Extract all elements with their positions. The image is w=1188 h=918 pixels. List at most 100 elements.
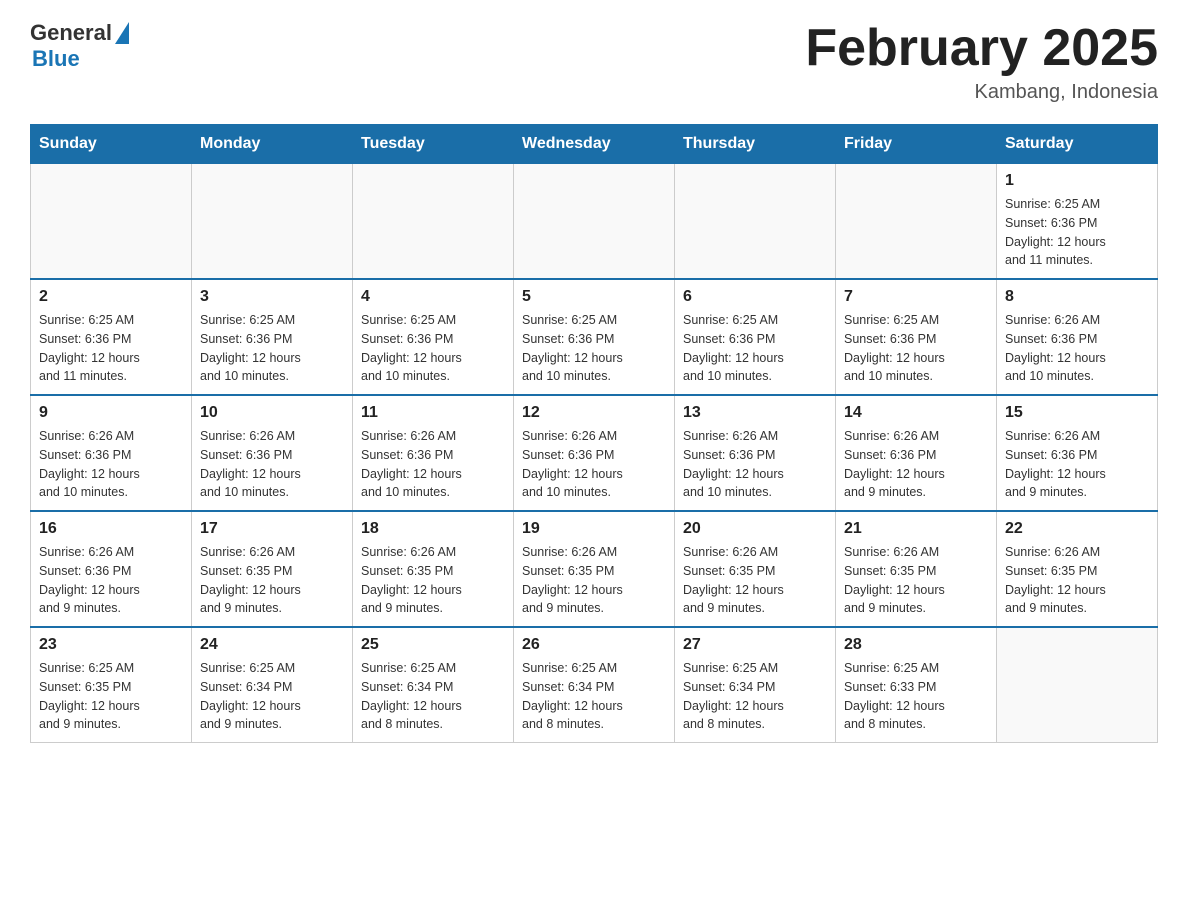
calendar-table: SundayMondayTuesdayWednesdayThursdayFrid… [30, 124, 1158, 743]
calendar-cell: 22 Sunrise: 6:26 AMSunset: 6:35 PMDayligh… [997, 511, 1158, 627]
calendar-cell: 6 Sunrise: 6:25 AMSunset: 6:36 PMDaylight… [675, 279, 836, 395]
calendar-cell: 26 Sunrise: 6:25 AMSunset: 6:34 PMDayligh… [514, 627, 675, 743]
day-number: 14 [844, 404, 988, 422]
logo-triangle-icon [115, 22, 129, 44]
day-number: 2 [39, 288, 183, 306]
day-of-week-header: Thursday [675, 125, 836, 164]
month-title: February 2025 [805, 20, 1158, 77]
calendar-cell: 4Sunrise: 6:25 AMSunset: 6:36 PMDaylight… [353, 279, 514, 395]
day-number: 5 [522, 288, 666, 306]
calendar-cell: 19 Sunrise: 6:26 AMSunset: 6:35 PMDayligh… [514, 511, 675, 627]
calendar-cell: 24 Sunrise: 6:25 AMSunset: 6:34 PMDayligh… [192, 627, 353, 743]
calendar-cell: 7Sunrise: 6:25 AMSunset: 6:36 PMDaylight… [836, 279, 997, 395]
day-info: Sunrise: 6:25 AMSunset: 6:36 PMDaylight:… [844, 311, 988, 386]
calendar-cell: 28Sunrise: 6:25 AMSunset: 6:33 PMDayligh… [836, 627, 997, 743]
calendar-cell [836, 164, 997, 280]
title-area: February 2025 Kambang, Indonesia [805, 20, 1158, 104]
calendar-cell: 9 Sunrise: 6:26 AMSunset: 6:36 PMDaylight… [31, 395, 192, 511]
calendar-cell [997, 627, 1158, 743]
day-info: Sunrise: 6:25 AMSunset: 6:34 PMDaylight:… [200, 659, 344, 734]
day-info: Sunrise: 6:25 AMSunset: 6:36 PMDaylight:… [1005, 195, 1149, 270]
day-number: 27 [683, 636, 827, 654]
day-number: 10 [200, 404, 344, 422]
day-number: 16 [39, 520, 183, 538]
calendar-cell: 23 Sunrise: 6:25 AMSunset: 6:35 PMDayligh… [31, 627, 192, 743]
day-number: 3 [200, 288, 344, 306]
day-info: Sunrise: 6:26 AMSunset: 6:36 PMDaylight:… [522, 427, 666, 502]
day-info: Sunrise: 6:26 AMSunset: 6:35 PMDaylight:… [361, 543, 505, 618]
day-info: Sunrise: 6:26 AMSunset: 6:36 PMDaylight:… [1005, 311, 1149, 386]
day-info: Sunrise: 6:26 AMSunset: 6:36 PMDaylight:… [683, 427, 827, 502]
calendar-cell: 25 Sunrise: 6:25 AMSunset: 6:34 PMDayligh… [353, 627, 514, 743]
calendar-cell: 11Sunrise: 6:26 AMSunset: 6:36 PMDayligh… [353, 395, 514, 511]
day-info: Sunrise: 6:26 AMSunset: 6:36 PMDaylight:… [39, 543, 183, 618]
day-number: 4 [361, 288, 505, 306]
day-info: Sunrise: 6:26 AMSunset: 6:35 PMDaylight:… [683, 543, 827, 618]
day-info: Sunrise: 6:26 AMSunset: 6:35 PMDaylight:… [522, 543, 666, 618]
calendar-cell: 20 Sunrise: 6:26 AMSunset: 6:35 PMDayligh… [675, 511, 836, 627]
page-header: General Blue February 2025 Kambang, Indo… [30, 20, 1158, 104]
calendar-cell: 1Sunrise: 6:25 AMSunset: 6:36 PMDaylight… [997, 164, 1158, 280]
day-number: 26 [522, 636, 666, 654]
calendar-cell: 21 Sunrise: 6:26 AMSunset: 6:35 PMDayligh… [836, 511, 997, 627]
day-of-week-header: Saturday [997, 125, 1158, 164]
day-info: Sunrise: 6:26 AMSunset: 6:35 PMDaylight:… [200, 543, 344, 618]
day-number: 8 [1005, 288, 1149, 306]
calendar-cell [353, 164, 514, 280]
calendar-week-row: 9 Sunrise: 6:26 AMSunset: 6:36 PMDaylight… [31, 395, 1158, 511]
day-of-week-header: Friday [836, 125, 997, 164]
day-number: 19 [522, 520, 666, 538]
day-of-week-header: Wednesday [514, 125, 675, 164]
day-number: 18 [361, 520, 505, 538]
logo-blue-text: Blue [32, 46, 80, 72]
day-number: 13 [683, 404, 827, 422]
calendar-week-row: 16 Sunrise: 6:26 AMSunset: 6:36 PMDayligh… [31, 511, 1158, 627]
location: Kambang, Indonesia [805, 81, 1158, 104]
day-info: Sunrise: 6:26 AMSunset: 6:36 PMDaylight:… [1005, 427, 1149, 502]
day-info: Sunrise: 6:25 AMSunset: 6:35 PMDaylight:… [39, 659, 183, 734]
day-info: Sunrise: 6:25 AMSunset: 6:36 PMDaylight:… [200, 311, 344, 386]
calendar-cell: 15 Sunrise: 6:26 AMSunset: 6:36 PMDayligh… [997, 395, 1158, 511]
day-number: 25 [361, 636, 505, 654]
calendar-week-row: 2 Sunrise: 6:25 AMSunset: 6:36 PMDaylight… [31, 279, 1158, 395]
day-number: 17 [200, 520, 344, 538]
day-number: 28 [844, 636, 988, 654]
day-info: Sunrise: 6:26 AMSunset: 6:36 PMDaylight:… [39, 427, 183, 502]
day-info: Sunrise: 6:25 AMSunset: 6:34 PMDaylight:… [361, 659, 505, 734]
day-info: Sunrise: 6:25 AMSunset: 6:36 PMDaylight:… [683, 311, 827, 386]
day-number: 6 [683, 288, 827, 306]
day-info: Sunrise: 6:25 AMSunset: 6:36 PMDaylight:… [522, 311, 666, 386]
day-of-week-header: Sunday [31, 125, 192, 164]
logo: General Blue [30, 20, 129, 72]
calendar-cell: 8 Sunrise: 6:26 AMSunset: 6:36 PMDaylight… [997, 279, 1158, 395]
day-number: 12 [522, 404, 666, 422]
calendar-cell: 10 Sunrise: 6:26 AMSunset: 6:36 PMDayligh… [192, 395, 353, 511]
day-of-week-header: Monday [192, 125, 353, 164]
day-number: 22 [1005, 520, 1149, 538]
day-info: Sunrise: 6:26 AMSunset: 6:35 PMDaylight:… [1005, 543, 1149, 618]
day-info: Sunrise: 6:25 AMSunset: 6:34 PMDaylight:… [522, 659, 666, 734]
logo-general-text: General [30, 20, 112, 46]
day-number: 20 [683, 520, 827, 538]
calendar-cell: 18 Sunrise: 6:26 AMSunset: 6:35 PMDayligh… [353, 511, 514, 627]
day-number: 23 [39, 636, 183, 654]
calendar-cell: 2Sunrise: 6:25 AMSunset: 6:36 PMDaylight… [31, 279, 192, 395]
calendar-week-row: 1Sunrise: 6:25 AMSunset: 6:36 PMDaylight… [31, 164, 1158, 280]
day-info: Sunrise: 6:26 AMSunset: 6:35 PMDaylight:… [844, 543, 988, 618]
calendar-week-row: 23 Sunrise: 6:25 AMSunset: 6:35 PMDayligh… [31, 627, 1158, 743]
day-number: 9 [39, 404, 183, 422]
day-info: Sunrise: 6:26 AMSunset: 6:36 PMDaylight:… [200, 427, 344, 502]
day-info: Sunrise: 6:26 AMSunset: 6:36 PMDaylight:… [844, 427, 988, 502]
calendar-header-row: SundayMondayTuesdayWednesdayThursdayFrid… [31, 125, 1158, 164]
calendar-cell: 17 Sunrise: 6:26 AMSunset: 6:35 PMDayligh… [192, 511, 353, 627]
calendar-cell: 12 Sunrise: 6:26 AMSunset: 6:36 PMDayligh… [514, 395, 675, 511]
day-number: 21 [844, 520, 988, 538]
calendar-cell [514, 164, 675, 280]
day-number: 15 [1005, 404, 1149, 422]
calendar-cell: 27 Sunrise: 6:25 AMSunset: 6:34 PMDayligh… [675, 627, 836, 743]
day-info: Sunrise: 6:25 AMSunset: 6:34 PMDaylight:… [683, 659, 827, 734]
calendar-cell [31, 164, 192, 280]
calendar-cell: 14 Sunrise: 6:26 AMSunset: 6:36 PMDayligh… [836, 395, 997, 511]
day-number: 24 [200, 636, 344, 654]
calendar-cell: 16 Sunrise: 6:26 AMSunset: 6:36 PMDayligh… [31, 511, 192, 627]
